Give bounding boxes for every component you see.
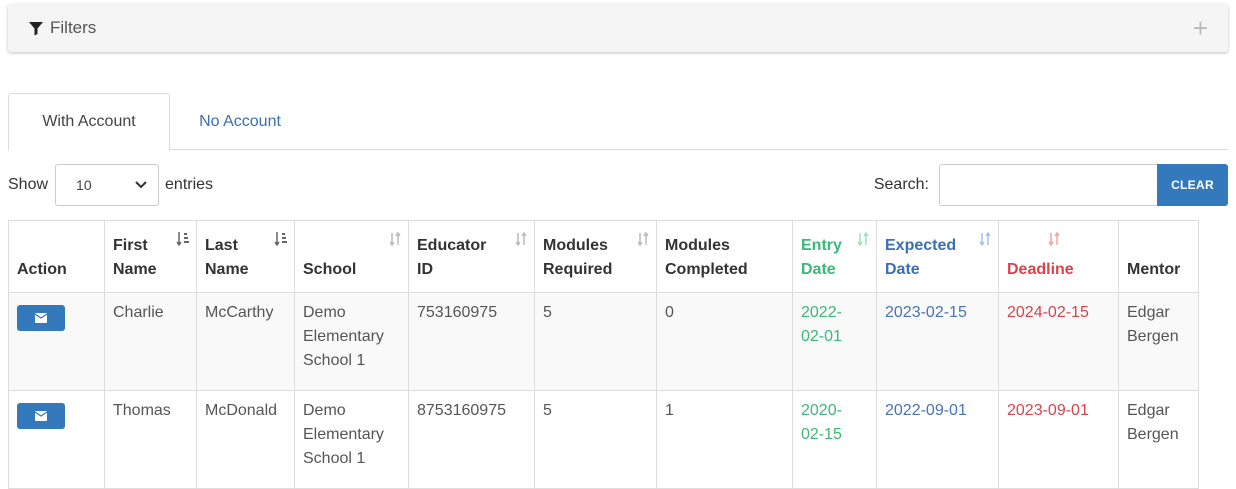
sort-icon [637,231,649,247]
header-mentor: Mentor [1118,220,1199,293]
plus-icon[interactable]: + [1193,15,1208,41]
entry-date-cell: 2022- 02-01 [792,292,877,391]
header-first-name[interactable]: First Name [104,220,197,293]
sort-icon [1048,231,1060,247]
sort-icon [389,231,401,247]
mentor-cell: Edgar Bergen [1118,390,1199,489]
sort-alpha-icon [274,232,287,247]
sort-icon [979,231,991,247]
school-cell: Demo Elementary School 1 [294,292,409,391]
entries-length: Show 10 entries [8,164,213,206]
tab-with-account[interactable]: With Account [8,93,170,151]
header-modules-completed: Modules Completed [656,220,793,293]
entries-label: entries [165,176,214,193]
filters-title: Filters [50,18,97,37]
header-expected-date[interactable]: Expected Date [876,220,999,293]
expected-date-cell: 2022-09-01 [876,390,999,489]
search-label: Search: [873,176,929,193]
modules-required-cell: 5 [534,292,657,391]
table-row: Thomas McDonald Demo Elementary School 1 8… [8,390,1199,489]
table-row: Charlie McCarthy Demo Elementary School 1 … [8,292,1199,391]
search-bar: Search: CLEAR [874,164,1228,206]
header-school[interactable]: School [294,220,409,293]
header-entry-date[interactable]: Entry Date [792,220,877,293]
first-name-cell: Thomas [104,390,197,489]
modules-completed-cell: 0 [656,292,793,391]
educators-table: Action First Name Last Name School Educato… [8,220,1199,489]
email-button[interactable] [17,403,65,429]
modules-completed-cell: 1 [656,390,793,489]
sort-alpha-icon [176,232,189,247]
chevron-down-icon [135,181,147,189]
expected-date-cell: 2023-02-15 [876,292,999,391]
search-input[interactable] [939,164,1157,206]
action-cell [8,292,105,391]
school-cell: Demo Elementary School 1 [294,390,409,489]
header-modules-required[interactable]: Modules Required [534,220,657,293]
table-header-row: Action First Name Last Name School Educato… [8,220,1199,293]
sort-icon [515,231,527,247]
educator-id-cell: 753160975 [408,292,535,391]
mentor-cell: Edgar Bergen [1118,292,1199,391]
account-tabs: With Account No Account [8,93,1228,151]
deadline-cell: 2023-09-01 [998,390,1119,489]
entry-date-cell: 2020- 02-15 [792,390,877,489]
educator-id-cell: 8753160975 [408,390,535,489]
last-name-cell: McDonald [196,390,295,489]
header-deadline[interactable]: Deadline [998,220,1119,293]
entries-select-value: 10 [76,177,92,193]
funnel-icon [29,22,43,36]
header-last-name[interactable]: Last Name [196,220,295,293]
modules-required-cell: 5 [534,390,657,489]
header-action: Action [8,220,105,293]
email-button[interactable] [17,305,65,331]
tab-no-account[interactable]: No Account [170,93,310,150]
entries-select[interactable]: 10 [55,164,160,206]
sort-icon [857,231,869,247]
action-cell [8,390,105,489]
filters-panel[interactable]: Filters + [8,4,1228,52]
envelope-icon [35,411,47,421]
clear-button[interactable]: CLEAR [1157,164,1228,206]
header-educator-id[interactable]: Educator ID [408,220,535,293]
last-name-cell: McCarthy [196,292,295,391]
envelope-icon [35,313,47,323]
first-name-cell: Charlie [104,292,197,391]
show-label: Show [8,176,49,193]
deadline-cell: 2024-02-15 [998,292,1119,391]
